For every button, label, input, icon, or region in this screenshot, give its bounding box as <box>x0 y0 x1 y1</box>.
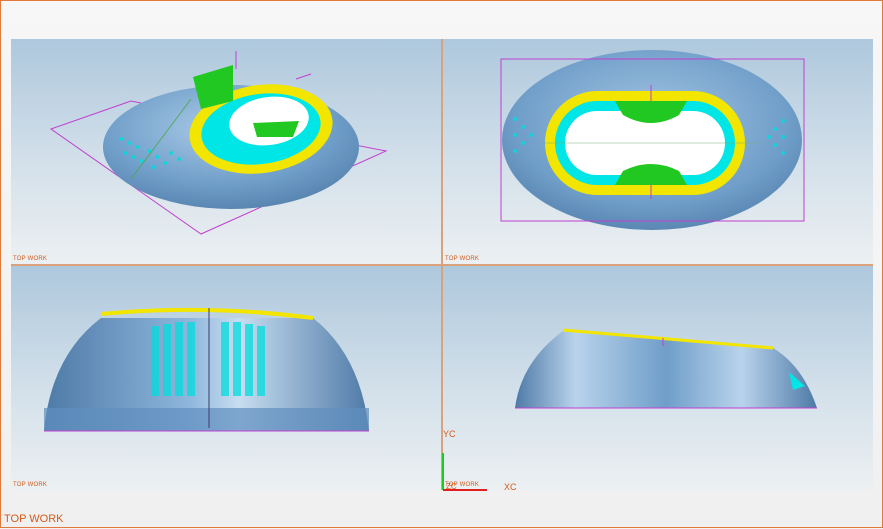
viewport-label: TOP WORK <box>13 482 48 488</box>
viewport-front[interactable]: TOP WORK <box>11 266 441 490</box>
viewport-label: TOP WORK <box>13 256 48 262</box>
graphics-window[interactable]: TOP WORK TOP WORK TOP WORK TOP WORK YC X… <box>0 0 883 528</box>
rim-front <box>100 307 314 320</box>
xc-axis-label: XC <box>504 482 517 492</box>
viewport-right[interactable]: TOP WORK <box>443 266 873 490</box>
yc-axis-label: YC <box>443 429 456 439</box>
base-band-front <box>44 408 369 431</box>
viewport-isometric[interactable]: TOP WORK <box>11 39 441 264</box>
zc-axis-label: ZC <box>446 482 457 491</box>
right-model <box>515 328 817 409</box>
work-layer-label: TOP WORK <box>4 513 64 525</box>
body-right <box>515 331 817 408</box>
viewport-top[interactable]: TOP WORK <box>443 39 873 264</box>
pocket-iso-2 <box>253 121 299 137</box>
viewport-label: TOP WORK <box>445 256 480 262</box>
front-model <box>44 307 369 432</box>
isometric-model <box>49 51 388 235</box>
viewport-divider-horizontal <box>11 264 873 266</box>
top-model <box>500 50 805 230</box>
